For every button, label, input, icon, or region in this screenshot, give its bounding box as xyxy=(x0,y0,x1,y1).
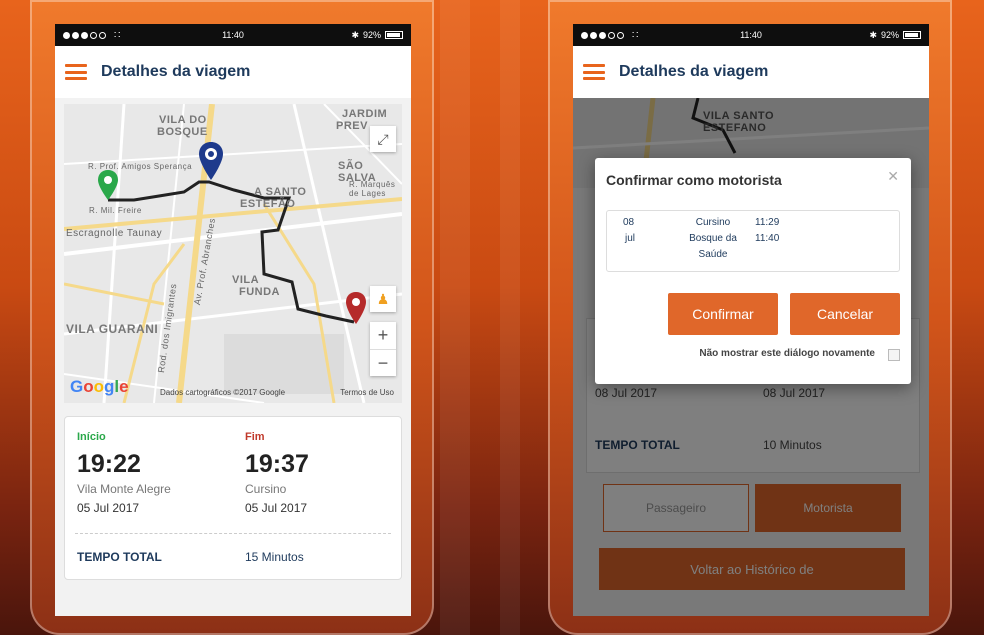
battery-percent: 92% xyxy=(362,30,381,40)
expand-icon[interactable]: ⤢ xyxy=(370,126,396,152)
red-pin-icon xyxy=(346,292,366,324)
wifi-icon: ∷ xyxy=(632,29,639,41)
divider xyxy=(75,533,391,534)
zoom-out-button[interactable]: − xyxy=(370,349,396,376)
signal-dots-icon xyxy=(63,31,106,39)
route-map[interactable]: VILA DO BOSQUE JARDIM PREV SÃO SALVA A S… xyxy=(64,104,402,403)
dont-show-again-label: Não mostrar este diálogo novamente xyxy=(699,348,875,359)
trip-place-line: Cursino xyxy=(695,217,731,228)
background-stripe xyxy=(440,0,470,635)
map-label: A SANTO xyxy=(254,186,307,198)
map-label: BOSQUE xyxy=(157,126,208,138)
confirm-driver-dialog: Confirmar como motorista ✕ 08 jul Cursin… xyxy=(595,158,911,384)
trip-start-time: 11:29 xyxy=(755,217,780,228)
map-label: Escragnolle Taunay xyxy=(66,228,163,239)
map-terms-link[interactable]: Termos de Uso xyxy=(340,388,394,397)
google-logo: Google xyxy=(70,377,129,396)
page-title: Detalhes da viagem xyxy=(101,63,251,80)
app-bar: Detalhes da viagem xyxy=(55,46,411,98)
status-bar: ∷ 11:40 ✱ 92% xyxy=(55,24,411,46)
wifi-icon: ∷ xyxy=(114,29,121,41)
trip-day: 08 xyxy=(623,217,635,228)
map-streets xyxy=(64,104,402,403)
battery-indicator: ✱ 92% xyxy=(869,30,921,41)
end-time: 19:37 xyxy=(245,450,309,478)
phone-screen: ∷ 11:40 ✱ 92% Detalhes da viagem VILA DO… xyxy=(55,24,411,616)
blue-pin-icon xyxy=(199,142,223,180)
end-place: Cursino xyxy=(245,482,287,496)
start-date: 05 Jul 2017 xyxy=(77,501,140,515)
map-label: FUNDA xyxy=(239,286,280,298)
hamburger-icon[interactable] xyxy=(583,64,605,80)
background-stripe xyxy=(500,0,520,635)
map-label: R. Marquês de Lages xyxy=(349,180,396,198)
map-label: ESTEFÃO xyxy=(240,198,296,210)
start-time: 19:22 xyxy=(77,450,141,478)
bluetooth-icon: ✱ xyxy=(869,29,877,40)
trip-place-line: Bosque da xyxy=(689,233,737,244)
battery-percent: 92% xyxy=(880,30,899,40)
zoom-in-button[interactable]: + xyxy=(378,322,389,349)
total-time-value: 15 Minutos xyxy=(245,550,304,564)
green-pin-icon xyxy=(98,170,118,200)
start-label: Início xyxy=(77,431,106,443)
page-title: Detalhes da viagem xyxy=(619,63,769,80)
trip-summary-card: Início Fim 19:22 19:37 Vila Monte Alegre… xyxy=(64,416,402,580)
dialog-trip-info: 08 jul Cursino Bosque da Saúde 11:29 11:… xyxy=(606,210,900,272)
phone-frame-confirm-dialog: ∷ 11:40 ✱ 92% Detalhes da viagem VILA SA… xyxy=(548,0,952,635)
map-label: JARDIM xyxy=(342,108,388,120)
phone-frame-trip-details: ∷ 11:40 ✱ 92% Detalhes da viagem VILA DO… xyxy=(30,0,434,635)
dont-show-again-checkbox[interactable] xyxy=(888,349,900,361)
map-attribution: Dados cartográficos ©2017 Google xyxy=(160,388,286,397)
app-bar: Detalhes da viagem xyxy=(573,46,929,98)
map-label: VILA GUARANI xyxy=(66,322,159,336)
trip-month: jul xyxy=(625,233,636,244)
end-label: Fim xyxy=(245,431,265,443)
battery-icon xyxy=(385,31,403,39)
hamburger-icon[interactable] xyxy=(65,64,87,80)
map-label: PREV xyxy=(336,120,368,132)
map-label: R. Mil. Freire xyxy=(89,206,142,215)
cancel-button[interactable]: Cancelar xyxy=(790,293,900,335)
battery-icon xyxy=(903,31,921,39)
phone-screen: ∷ 11:40 ✱ 92% Detalhes da viagem VILA SA… xyxy=(573,24,929,616)
trip-place-line: Saúde xyxy=(698,249,728,260)
map-label: VILA xyxy=(232,274,260,286)
signal-dots-icon xyxy=(581,31,624,39)
start-place: Vila Monte Alegre xyxy=(77,482,171,496)
trip-end-time: 11:40 xyxy=(755,233,780,244)
total-time-label: TEMPO TOTAL xyxy=(77,550,162,564)
pegman-icon[interactable]: ♟ xyxy=(370,286,396,312)
dialog-title: Confirmar como motorista xyxy=(606,172,782,188)
battery-indicator: ✱ 92% xyxy=(351,30,403,41)
close-icon[interactable]: ✕ xyxy=(887,168,899,185)
zoom-controls: + − xyxy=(370,322,396,376)
map-label: VILA DO xyxy=(159,114,207,126)
status-bar: ∷ 11:40 ✱ 92% xyxy=(573,24,929,46)
confirm-button[interactable]: Confirmar xyxy=(668,293,778,335)
end-date: 05 Jul 2017 xyxy=(245,501,308,515)
bluetooth-icon: ✱ xyxy=(351,29,359,40)
